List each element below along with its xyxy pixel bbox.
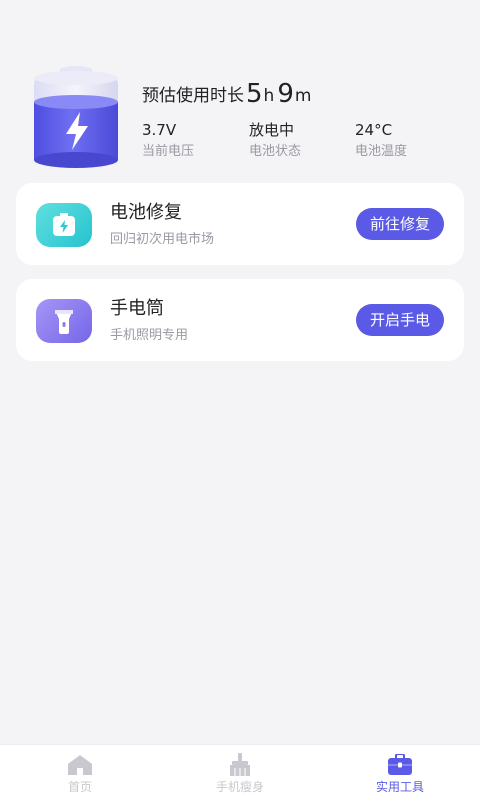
- stat-status: 放电中 电池状态: [249, 120, 301, 161]
- battery-summary: 预估使用时长 5 h 9 m 3.7V 当前电压 放电中 电池状态 24°C 电…: [0, 0, 480, 180]
- nav-label-phone-cleanup: 手机瘦身: [215, 780, 264, 794]
- nav-item-home[interactable]: 首页: [0, 745, 160, 801]
- home-icon: [66, 753, 94, 777]
- estimate-hours: 5: [246, 79, 263, 109]
- estimated-usage: 预估使用时长 5 h 9 m: [142, 80, 312, 108]
- go-repair-button[interactable]: 前往修复: [355, 208, 444, 240]
- flashlight-icon: [36, 299, 92, 343]
- voltage-label: 当前电压: [142, 144, 195, 159]
- flashlight-card[interactable]: 手电筒 手机照明专用 开启手电: [16, 279, 464, 361]
- nav-item-tools[interactable]: 实用工具: [320, 745, 480, 801]
- nav-label-home: 首页: [67, 780, 92, 794]
- nav-item-phone-cleanup[interactable]: 手机瘦身: [160, 745, 320, 801]
- voltage-value: 3.7V: [142, 121, 177, 139]
- card-title: 电池修复: [110, 202, 182, 223]
- estimate-minutes: 9: [277, 79, 294, 109]
- estimate-hours-unit: h: [263, 86, 275, 106]
- status-label: 电池状态: [249, 144, 302, 159]
- card-subtitle: 手机照明专用: [110, 328, 189, 343]
- temperature-value: 24°C: [355, 121, 393, 139]
- temperature-label: 电池温度: [355, 144, 408, 159]
- battery-repair-card[interactable]: 电池修复 回归初次用电市场 前往修复: [16, 183, 464, 265]
- stat-temperature: 24°C 电池温度: [355, 120, 407, 161]
- turn-on-flashlight-button[interactable]: 开启手电: [355, 304, 444, 336]
- bottom-nav: 首页 手机瘦身 实用工具: [0, 744, 480, 801]
- stat-voltage: 3.7V 当前电压: [142, 120, 194, 161]
- estimate-minutes-unit: m: [294, 86, 312, 106]
- nav-label-tools: 实用工具: [375, 780, 424, 794]
- battery-charging-icon: [34, 66, 118, 168]
- toolbox-icon: [386, 753, 414, 777]
- estimate-label: 预估使用时长: [142, 86, 244, 106]
- card-title: 手电筒: [110, 298, 164, 319]
- card-subtitle: 回归初次用电市场: [110, 232, 215, 247]
- status-value: 放电中: [249, 121, 295, 139]
- battery-stats: 3.7V 当前电压 放电中 电池状态 24°C 电池温度: [142, 120, 442, 164]
- broom-icon: [226, 753, 254, 777]
- battery-repair-icon: [36, 203, 92, 247]
